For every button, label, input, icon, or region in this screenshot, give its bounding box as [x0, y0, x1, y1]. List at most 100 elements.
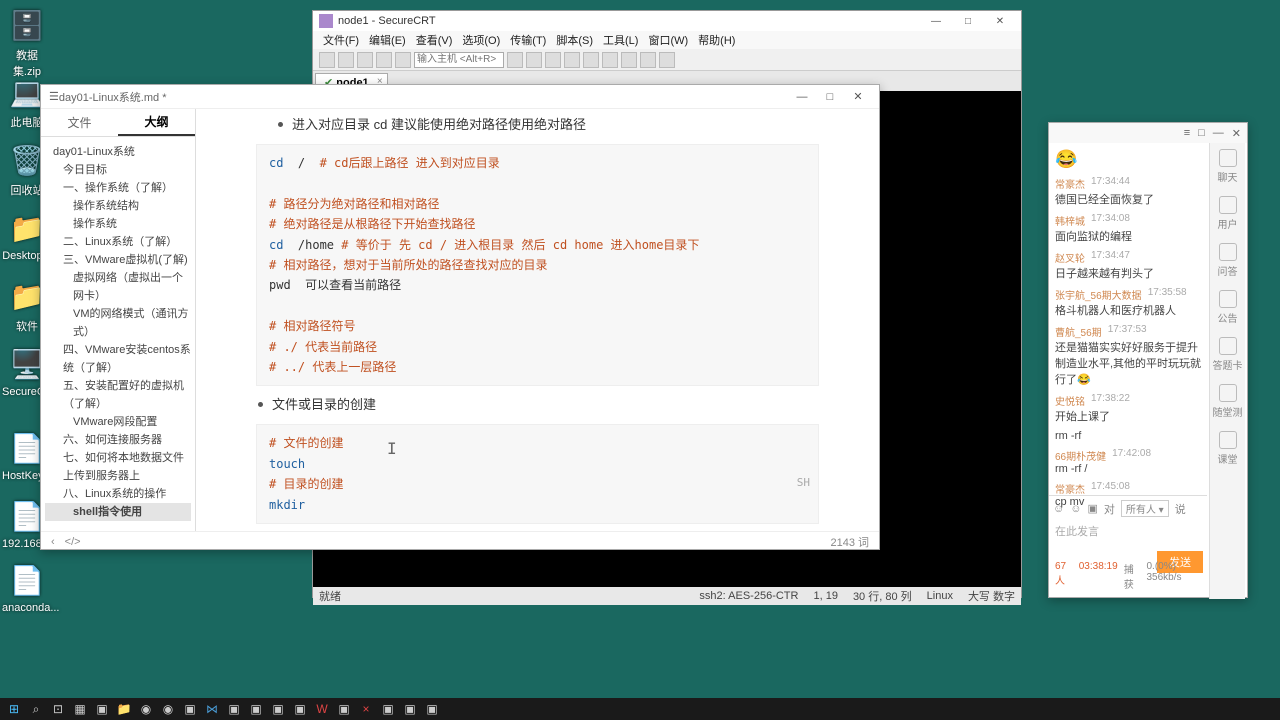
chat-side-item[interactable]: 用户: [1210, 196, 1245, 231]
toolbar-icon[interactable]: [659, 52, 675, 68]
outline-node[interactable]: 八、Linux系统的操作: [45, 485, 191, 503]
close-button[interactable]: ✕: [1232, 127, 1241, 140]
outline-node[interactable]: 一、操作系统（了解）: [45, 179, 191, 197]
close-button[interactable]: ✕: [985, 12, 1015, 30]
taskbar-app[interactable]: ▣: [92, 700, 112, 718]
securecrt-titlebar[interactable]: node1 - SecureCRT — □ ✕: [313, 11, 1021, 31]
toolbar-icon[interactable]: [507, 52, 523, 68]
sidebar-tab-outline[interactable]: 大纲: [118, 109, 195, 136]
taskbar-app[interactable]: ▣: [290, 700, 310, 718]
maximize-button[interactable]: □: [953, 12, 983, 30]
menu-file[interactable]: 文件(F): [319, 32, 363, 48]
outline-node[interactable]: shell指令使用: [45, 503, 191, 521]
desktop-icon-anaconda[interactable]: 📄anaconda...: [2, 560, 52, 614]
outline-node[interactable]: VMware网段配置: [45, 413, 191, 431]
chat-side-item[interactable]: 问答: [1210, 243, 1245, 278]
menu-transfer[interactable]: 传输(T): [506, 32, 550, 48]
toolbar-icon[interactable]: [376, 52, 392, 68]
code-block[interactable]: I # 文件的创建 touch # 目录的创建 mkdir SH: [256, 424, 819, 524]
taskbar-app[interactable]: ▣: [246, 700, 266, 718]
edge-icon[interactable]: ◉: [158, 700, 178, 718]
securecrt-title: node1 - SecureCRT: [338, 15, 436, 27]
code-toggle-icon[interactable]: </>: [65, 536, 81, 548]
toolbar-icon[interactable]: [526, 52, 542, 68]
toolbar-icon[interactable]: [319, 52, 335, 68]
taskbar-app[interactable]: W: [312, 700, 332, 718]
outline-node[interactable]: 操作系统: [45, 215, 191, 233]
typora-titlebar[interactable]: ☰ day01-Linux系统.md * — □ ✕: [41, 85, 879, 109]
outline-node[interactable]: 四、VMware安装centos系统（了解）: [45, 341, 191, 377]
menu-tools[interactable]: 工具(L): [599, 32, 642, 48]
typora-editor[interactable]: 进入对应目录 cd 建议能使用绝对路径使用绝对路径 cd / # cd后跟上路径…: [196, 109, 879, 531]
outline-node[interactable]: day01-Linux系统: [45, 143, 191, 161]
recipient-select[interactable]: 所有人 ▾: [1121, 500, 1169, 517]
taskview-icon[interactable]: ⊡: [48, 700, 68, 718]
chat-side-item[interactable]: 聊天: [1210, 149, 1245, 184]
chat-side-item[interactable]: 公告: [1210, 290, 1245, 325]
back-icon[interactable]: ‹: [51, 536, 55, 548]
menu-view[interactable]: 查看(V): [412, 32, 457, 48]
toolbar-icon[interactable]: [395, 52, 411, 68]
maximize-button[interactable]: □: [817, 87, 843, 107]
sidebar-tab-files[interactable]: 文件: [41, 109, 118, 136]
close-button[interactable]: ✕: [845, 87, 871, 107]
outline-node[interactable]: 五、安装配置好的虚拟机（了解）: [45, 377, 191, 413]
taskbar-app[interactable]: ▣: [268, 700, 288, 718]
outline-node[interactable]: 三、VMware虚拟机(了解): [45, 251, 191, 269]
taskbar-app[interactable]: ▣: [378, 700, 398, 718]
menu-help[interactable]: 帮助(H): [694, 32, 739, 48]
toolbar-icon[interactable]: [357, 52, 373, 68]
message-input[interactable]: 在此发言: [1053, 521, 1203, 551]
search-icon[interactable]: ⌕: [26, 700, 46, 718]
outline-node[interactable]: 六、如何连接服务器: [45, 431, 191, 449]
code-block[interactable]: cd / # cd后跟上路径 进入到对应目录 # 路径分为绝对路径和相对路径 #…: [256, 144, 819, 386]
chat-side-item[interactable]: 课堂: [1210, 431, 1245, 466]
emoji-icon[interactable]: ☺: [1053, 503, 1064, 515]
desktop-icon-zip[interactable]: 🗄️教据集.zip: [2, 5, 52, 79]
taskbar-app[interactable]: ×: [356, 700, 376, 718]
menu-icon[interactable]: ≡: [1184, 127, 1190, 139]
explorer-icon[interactable]: 📁: [114, 700, 134, 718]
word-count[interactable]: 2143 词: [830, 534, 869, 550]
status-size: 30 行, 80 列: [853, 588, 912, 604]
file-icon: ☰: [49, 90, 59, 103]
menu-edit[interactable]: 编辑(E): [365, 32, 410, 48]
outline-node[interactable]: 虚拟网络（虚拟出一个网卡）: [45, 269, 191, 305]
menu-window[interactable]: 窗口(W): [644, 32, 692, 48]
chat-messages[interactable]: 😂 常豪杰17:34:44德国已经全面恢复了韩梓城17:34:08面向监狱的编程…: [1049, 143, 1209, 599]
taskbar-app[interactable]: ▦: [70, 700, 90, 718]
chat-side-item[interactable]: 答题卡: [1210, 337, 1245, 372]
minimize-button[interactable]: —: [789, 87, 815, 107]
taskbar-app[interactable]: ▣: [180, 700, 200, 718]
chrome-icon[interactable]: ◉: [136, 700, 156, 718]
toolbar-icon[interactable]: [640, 52, 656, 68]
minimize-button[interactable]: —: [1213, 127, 1224, 139]
minimize-button[interactable]: —: [921, 12, 951, 30]
toolbar-icon[interactable]: [583, 52, 599, 68]
outline-node[interactable]: 七、如何将本地数据文件上传到服务器上: [45, 449, 191, 485]
menu-options[interactable]: 选项(O): [458, 32, 504, 48]
host-input[interactable]: [414, 52, 504, 68]
taskbar-app[interactable]: ▣: [422, 700, 442, 718]
taskbar-app[interactable]: ▣: [334, 700, 354, 718]
outline-node[interactable]: 操作系统结构: [45, 197, 191, 215]
outline-node[interactable]: VM的网络模式（通讯方式）: [45, 305, 191, 341]
toolbar-icon[interactable]: [621, 52, 637, 68]
emoji-icon[interactable]: ☺: [1070, 503, 1081, 515]
chat-side-item[interactable]: 随堂测: [1210, 384, 1245, 419]
maximize-button[interactable]: □: [1198, 127, 1205, 139]
toolbar-icon[interactable]: [602, 52, 618, 68]
outline-node[interactable]: 今日目标: [45, 161, 191, 179]
start-button[interactable]: ⊞: [4, 700, 24, 718]
toolbar-icon[interactable]: [564, 52, 580, 68]
file-icon: 📄: [7, 560, 47, 600]
toolbar-icon[interactable]: [545, 52, 561, 68]
menu-script[interactable]: 脚本(S): [552, 32, 597, 48]
vscode-icon[interactable]: ⋈: [202, 700, 222, 718]
taskbar-app[interactable]: ▣: [224, 700, 244, 718]
taskbar-app[interactable]: ▣: [400, 700, 420, 718]
image-icon[interactable]: ▣: [1087, 502, 1097, 515]
chat-titlebar[interactable]: ≡ □ — ✕: [1049, 123, 1247, 143]
outline-node[interactable]: 二、Linux系统（了解）: [45, 233, 191, 251]
toolbar-icon[interactable]: [338, 52, 354, 68]
